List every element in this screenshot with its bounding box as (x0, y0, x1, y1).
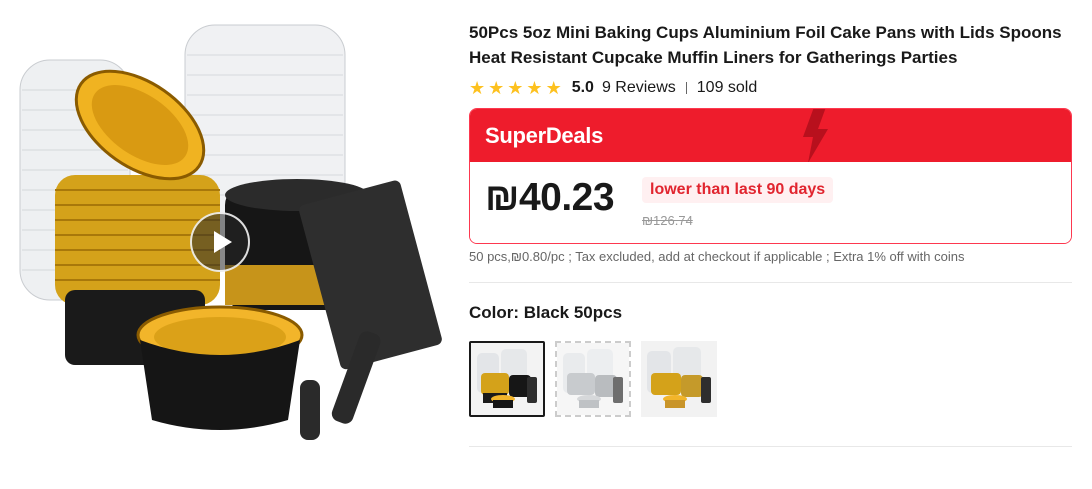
play-video-button[interactable] (190, 212, 250, 272)
star-icon: ★ (488, 78, 505, 98)
divider (685, 82, 687, 94)
current-price: ₪40.23 (485, 176, 615, 219)
superdeals-title: SuperDeals (485, 123, 604, 148)
divider (469, 446, 1072, 447)
product-title: 50Pcs 5oz Mini Baking Cups Aluminium Foi… (469, 23, 1062, 67)
lightning-icon (803, 109, 828, 163)
color-label: Color: Black 50pcs (469, 303, 623, 322)
star-icon: ★ (507, 78, 524, 98)
product-info: 50Pcs 5oz Mini Baking Cups Aluminium Foi… (469, 20, 1072, 98)
price-area: ₪40.23 lower than last 90 days ₪126.74 (470, 162, 1071, 243)
rating-stars: ★ ★ ★ ★ ★ (469, 79, 562, 97)
color-option-silver[interactable] (555, 341, 631, 417)
color-option-gold[interactable] (641, 341, 717, 417)
star-icon: ★ (469, 78, 486, 98)
star-icon: ★ (545, 78, 562, 98)
original-price: ₪126.74 (642, 213, 693, 228)
black-swatch-image (471, 343, 543, 415)
product-image[interactable] (0, 0, 450, 489)
play-icon (213, 231, 232, 253)
sold-count: 109 sold (696, 79, 758, 96)
superdeals-box: SuperDeals ₪40.23 lower than last 90 day… (469, 108, 1072, 244)
silver-swatch-image (557, 343, 629, 415)
rating-score: 5.0 (571, 79, 594, 96)
color-option-black[interactable] (469, 341, 545, 417)
star-icon: ★ (526, 78, 543, 98)
superdeals-header: SuperDeals (470, 109, 1071, 163)
reviews-link[interactable]: 9 Reviews (602, 79, 676, 97)
divider (469, 282, 1072, 283)
price-drop-badge: lower than last 90 days (642, 177, 834, 203)
unit-price-info: 50 pcs,₪0.80/pc ; Tax excluded, add at c… (469, 249, 965, 264)
gold-swatch-image (641, 341, 717, 417)
rating-row: ★ ★ ★ ★ ★ 5.0 9 Reviews 109 sold (469, 78, 1072, 98)
